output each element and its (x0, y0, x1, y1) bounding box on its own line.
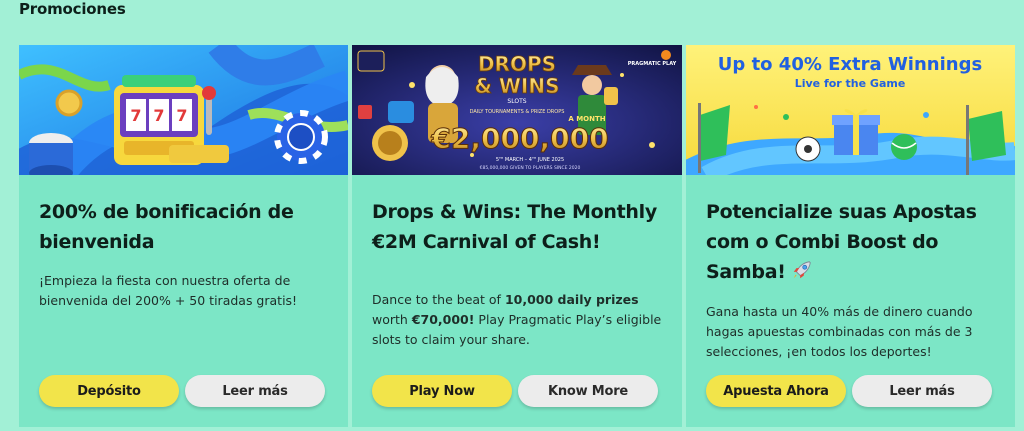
banner-amount: €2,000,000 (430, 122, 608, 155)
read-more-button[interactable]: Leer más (852, 375, 992, 407)
card-description: ¡Empieza la fiesta con nuestra oferta de… (39, 273, 298, 308)
know-more-button[interactable]: Know More (518, 375, 658, 407)
banner-logo-line2: & WINS (474, 74, 559, 98)
card-description: Dance to the beat of 10,000 daily prizes… (372, 290, 670, 350)
banner-logo-line1: DROPS (478, 52, 556, 76)
promo-card-combi-boost[interactable]: Up to 40% Extra Winnings Live for the Ga… (686, 45, 1015, 427)
promo-banner-image[interactable]: Up to 40% Extra Winnings Live for the Ga… (686, 45, 1015, 175)
desc-text: Dance to the beat of (372, 292, 505, 307)
drops-wins-banner-icon: DROPS & WINS SLOTS DAILY TOURNAMENTS & P… (352, 45, 682, 175)
svg-text:7: 7 (153, 106, 164, 125)
play-now-button[interactable]: Play Now (372, 375, 512, 407)
section-title: Promociones (19, 0, 126, 18)
promo-card-drops-wins[interactable]: DROPS & WINS SLOTS DAILY TOURNAMENTS & P… (352, 45, 682, 427)
read-more-button[interactable]: Leer más (185, 375, 325, 407)
promo-banner-image[interactable]: DROPS & WINS SLOTS DAILY TOURNAMENTS & P… (352, 45, 682, 175)
desc-bold: €70,000! (411, 312, 475, 327)
desc-text: worth (372, 312, 412, 327)
rocket-icon (793, 261, 811, 279)
banner-dates: 5ᵀᴴ MARCH – 4ᵀᴴ JUNE 2025 (496, 157, 564, 163)
combi-boost-banner-icon: Up to 40% Extra Winnings Live for the Ga… (686, 45, 1015, 175)
banner-headline: Up to 40% Extra Winnings (718, 54, 982, 75)
banner-logo-sub: SLOTS (507, 98, 526, 105)
bet-now-button[interactable]: Apuesta Ahora (706, 375, 846, 407)
slot-machine-banner-icon: 7 7 7 (19, 45, 348, 175)
banner-footer: €85,000,000 GIVEN TO PLAYERS SINCE 2020 (480, 165, 581, 171)
banner-tagline: DAILY TOURNAMENTS & PRIZE DROPS (470, 109, 565, 115)
deposit-button[interactable]: Depósito (39, 375, 179, 407)
svg-text:7: 7 (176, 106, 187, 125)
desc-bold: 10,000 daily prizes (504, 292, 639, 307)
promo-card-welcome-bonus[interactable]: 7 7 7 200% de bonificación de bienvenida… (19, 45, 348, 427)
card-title: Drops & Wins: The Monthly €2M Carnival o… (372, 201, 657, 253)
card-title: Potencialize suas Apostas com o Combi Bo… (706, 197, 1001, 287)
card-description: Gana hasta un 40% más de dinero cuando h… (706, 304, 973, 359)
promo-banner-image[interactable]: 7 7 7 (19, 45, 348, 175)
card-title-text: Potencialize suas Apostas com o Combi Bo… (706, 201, 977, 283)
card-title: 200% de bonificación de bienvenida (39, 201, 294, 253)
pragmatic-play-badge: PRAGMATIC PLAY (628, 61, 677, 67)
svg-text:7: 7 (130, 106, 141, 125)
banner-subline: Live for the Game (795, 77, 906, 90)
